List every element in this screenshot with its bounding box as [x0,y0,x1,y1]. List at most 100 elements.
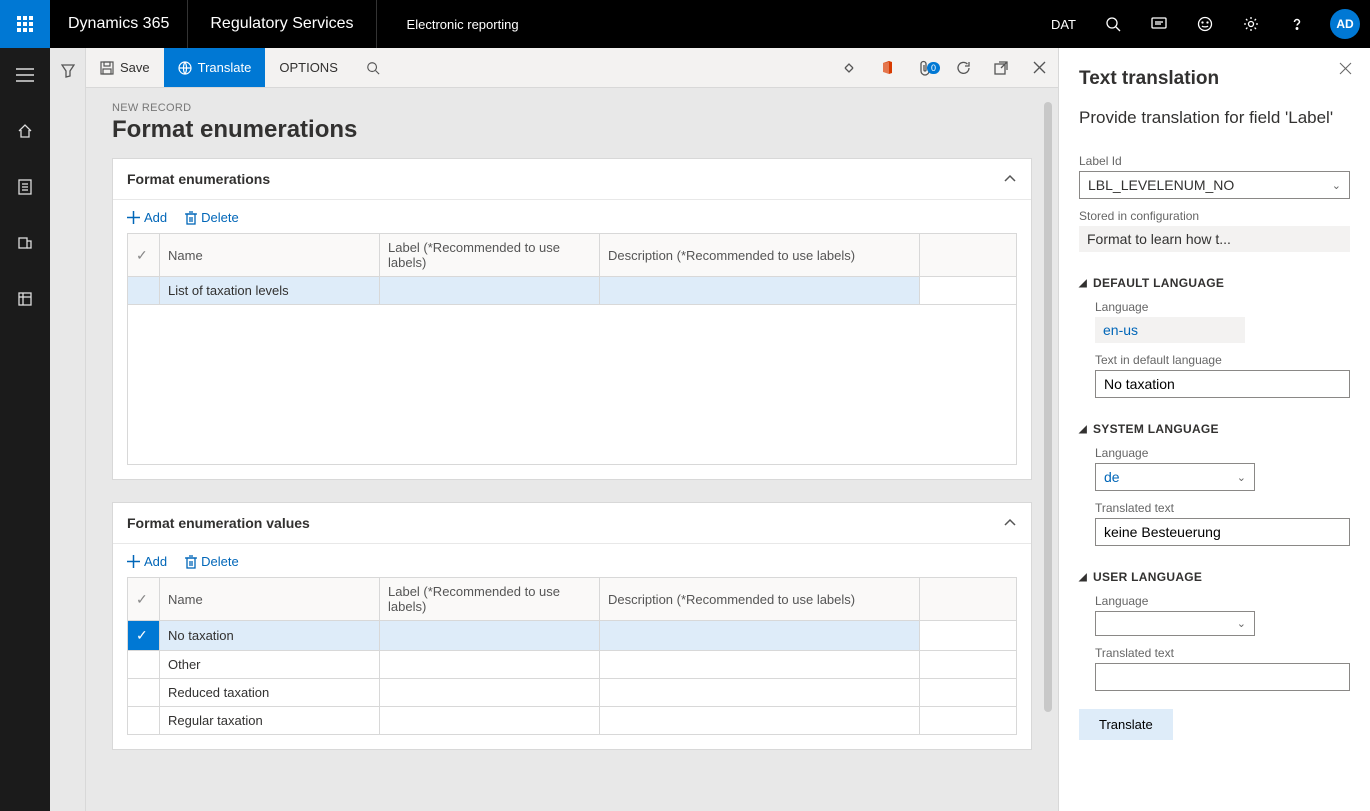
table-row[interactable]: List of taxation levels [128,277,1017,305]
settings-icon[interactable] [1228,16,1274,32]
save-label: Save [120,60,150,75]
new-record-badge: NEW RECORD [112,102,1032,114]
caret-icon: ◢ [1079,278,1087,289]
col-header-check[interactable]: ✓ [128,234,160,277]
workspace-name[interactable]: Regulatory Services [188,0,376,48]
hamburger-icon[interactable] [0,58,50,92]
add-label: Add [144,210,167,225]
chevron-down-icon: ⌄ [1237,471,1246,484]
translation-panel: Text translation Provide translation for… [1058,48,1370,811]
home-icon[interactable] [0,114,50,148]
caret-icon: ◢ [1079,424,1087,435]
search-button[interactable] [352,48,394,87]
search-icon[interactable] [1090,16,1136,32]
refresh-icon[interactable] [944,60,982,75]
attachments-badge: 0 [927,62,940,74]
translate-button[interactable]: Translate [164,48,266,87]
card-enumeration-values: Format enumeration values Add [112,502,1032,750]
caret-icon: ◢ [1079,572,1087,583]
filter-rail [50,48,86,811]
plus-icon [127,211,140,224]
col-header-name[interactable]: Name [160,234,380,277]
card-header[interactable]: Format enumerations [113,159,1031,200]
popout-icon[interactable] [982,61,1020,75]
page-title: Format enumerations [112,116,1032,144]
recent-icon[interactable] [0,170,50,204]
scrollbar[interactable] [1044,102,1052,797]
delete-button[interactable]: Delete [185,210,239,225]
table-row[interactable]: Reduced taxation [128,679,1017,707]
def-text-input[interactable] [1095,370,1350,398]
topbar: Dynamics 365 Regulatory Services Electro… [0,0,1370,48]
panel-subtitle: Provide translation for field 'Label' [1079,108,1350,128]
col-header-rest [920,578,1017,621]
chevron-down-icon: ⌄ [1237,617,1246,630]
section-system-language[interactable]: ◢ SYSTEM LANGUAGE [1079,422,1350,436]
options-button[interactable]: OPTIONS [265,48,352,87]
col-header-label[interactable]: Label (*Recommended to use labels) [380,578,600,621]
company-selector[interactable]: DAT [1037,17,1090,32]
card-header[interactable]: Format enumeration values [113,503,1031,544]
favorite-icon[interactable] [0,226,50,260]
labelid-select[interactable]: LBL_LEVELENUM_NO ⌄ [1079,171,1350,199]
def-lang-value[interactable]: en-us [1095,317,1245,343]
sys-text-label: Translated text [1095,501,1350,515]
card-format-enumerations: Format enumerations Add [112,158,1032,480]
chevron-up-icon [1003,174,1017,184]
office-icon[interactable] [868,60,906,76]
add-button[interactable]: Add [127,210,167,225]
usr-lang-select[interactable]: ⌄ [1095,611,1255,636]
filter-icon[interactable] [61,64,75,811]
left-nav [0,48,50,811]
card-title: Format enumerations [127,171,270,187]
close-icon[interactable] [1020,61,1058,74]
save-button[interactable]: Save [86,48,164,87]
table-row[interactable]: ✓ No taxation [128,621,1017,651]
panel-title: Text translation [1079,68,1350,90]
action-bar: Save Translate OPTIONS [86,48,1058,88]
delete-button[interactable]: Delete [185,554,239,569]
delete-label: Delete [201,554,239,569]
translate-icon [178,61,192,75]
section-default-language[interactable]: ◢ DEFAULT LANGUAGE [1079,276,1350,290]
help-icon[interactable] [1274,16,1320,32]
def-text-label: Text in default language [1095,353,1350,367]
sys-lang-select[interactable]: de ⌄ [1095,463,1255,491]
trash-icon [185,555,197,569]
add-button[interactable]: Add [127,554,167,569]
avatar[interactable]: AD [1330,9,1360,39]
col-header-label[interactable]: Label (*Recommended to use labels) [380,234,600,277]
grid-enumeration-values: ✓ Name Label (*Recommended to use labels… [127,577,1017,735]
feedback-icon[interactable] [1136,16,1182,32]
chevron-up-icon [1003,518,1017,528]
section-user-language[interactable]: ◢ USER LANGUAGE [1079,570,1350,584]
labelid-label: Label Id [1079,154,1350,168]
grid-enumerations: ✓ Name Label (*Recommended to use labels… [127,233,1017,465]
sys-text-input[interactable] [1095,518,1350,546]
table-row[interactable]: Regular taxation [128,707,1017,735]
translate-action-button[interactable]: Translate [1079,709,1173,740]
def-lang-label: Language [1095,300,1350,314]
module-name[interactable]: Electronic reporting [377,0,549,48]
delete-label: Delete [201,210,239,225]
usr-text-input[interactable] [1095,663,1350,691]
app-launcher-icon[interactable] [0,0,50,48]
product-name[interactable]: Dynamics 365 [50,0,188,48]
attachments-icon[interactable]: 0 [906,60,944,76]
col-header-desc[interactable]: Description (*Recommended to use labels) [600,234,920,277]
stored-label: Stored in configuration [1079,209,1350,223]
col-header-check[interactable]: ✓ [128,578,160,621]
chevron-down-icon: ⌄ [1332,179,1341,192]
table-row[interactable]: Other [128,651,1017,679]
card-title: Format enumeration values [127,515,310,531]
module-icon[interactable] [0,282,50,316]
plus-icon [127,555,140,568]
link-icon[interactable] [830,61,868,75]
col-header-name[interactable]: Name [160,578,380,621]
stored-value: Format to learn how t... [1079,226,1350,252]
smile-icon[interactable] [1182,16,1228,32]
panel-close-icon[interactable] [1339,62,1352,75]
usr-text-label: Translated text [1095,646,1350,660]
col-header-desc[interactable]: Description (*Recommended to use labels) [600,578,920,621]
sys-lang-label: Language [1095,446,1350,460]
